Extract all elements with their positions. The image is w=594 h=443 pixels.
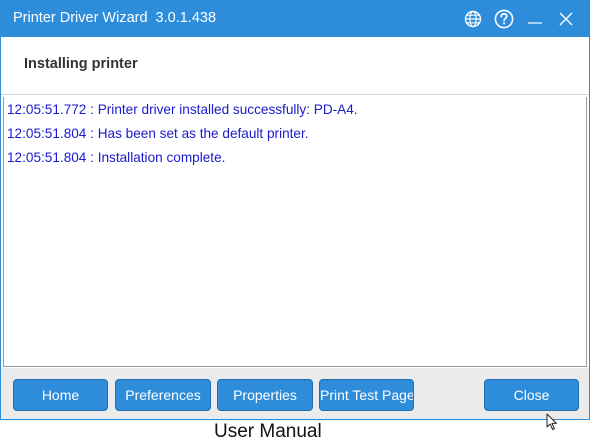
minimize-icon[interactable] (524, 8, 546, 30)
printer-driver-wizard-window: Printer Driver Wizard 3.0.1.438 Installi… (0, 0, 590, 420)
app-name: Printer Driver Wizard (13, 10, 148, 26)
page-header: Installing printer (1, 37, 589, 95)
log-line: 12:05:51.804 : Installation complete. (7, 150, 226, 165)
home-button[interactable]: Home (13, 379, 108, 411)
close-button[interactable]: Close (484, 379, 579, 411)
properties-button[interactable]: Properties (217, 379, 313, 411)
print-test-page-button[interactable]: Print Test Page (319, 379, 414, 411)
button-bar: Home Preferences Properties Print Test P… (1, 368, 589, 419)
help-icon[interactable] (493, 8, 515, 30)
page-title: Installing printer (24, 56, 138, 72)
preferences-button[interactable]: Preferences (115, 379, 211, 411)
title-bar[interactable]: Printer Driver Wizard 3.0.1.438 (1, 1, 589, 37)
mouse-pointer-icon (546, 413, 560, 436)
app-version: 3.0.1.438 (155, 10, 217, 26)
close-icon[interactable] (555, 8, 577, 30)
log-line: 12:05:51.804 : Has been set as the defau… (7, 126, 309, 141)
window-title: Printer Driver Wizard 3.0.1.438 (13, 10, 216, 26)
background-caption: User Manual (214, 421, 322, 442)
title-bar-controls (462, 8, 577, 30)
log-line: 12:05:51.772 : Printer driver installed … (7, 102, 358, 117)
globe-icon[interactable] (462, 8, 484, 30)
install-log[interactable]: 12:05:51.772 : Printer driver installed … (3, 97, 587, 367)
